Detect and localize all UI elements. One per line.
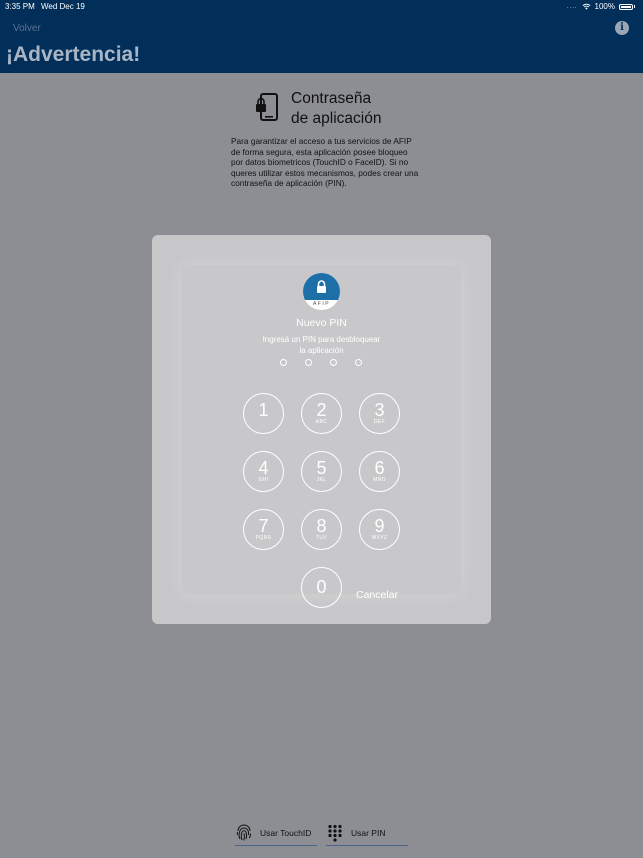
battery-nub xyxy=(634,5,635,8)
back-button[interactable]: Volver xyxy=(13,23,41,34)
status-bar: 3:35 PM Wed Dec 19 .... 100% xyxy=(0,0,643,14)
description-text: Para garantizar el acceso a tus servicio… xyxy=(231,136,419,188)
pin-label: Usar PIN xyxy=(351,827,386,838)
keypad-key-4[interactable]: 4 GHI xyxy=(243,451,284,492)
key-number: 8 xyxy=(316,516,327,536)
cancel-button[interactable]: Cancelar xyxy=(356,589,398,601)
key-number: 0 xyxy=(316,577,327,597)
keypad-key-2[interactable]: 2 ABC xyxy=(301,393,342,434)
battery-percent: 100% xyxy=(594,2,615,11)
key-number: 3 xyxy=(374,400,385,420)
pin-dot xyxy=(280,359,287,366)
pin-dot xyxy=(330,359,337,366)
keypad-key-5[interactable]: 5 JKL xyxy=(301,451,342,492)
lock-icon xyxy=(317,280,326,293)
header-title-line2: de aplicación xyxy=(291,110,382,127)
key-letters: MNO xyxy=(373,477,386,483)
status-time: 3:35 PM xyxy=(5,2,35,11)
pin-subtitle-line2: la aplicación xyxy=(299,346,344,355)
pin-dots xyxy=(280,359,362,366)
pin-dot xyxy=(355,359,362,366)
pin-subtitle-line1: Ingresá un PIN para desbloquear xyxy=(262,335,381,344)
pin-button[interactable]: Usar PIN xyxy=(326,820,408,846)
key-number: 5 xyxy=(316,458,327,478)
keypad-key-1[interactable]: 1 xyxy=(243,393,284,434)
status-date: Wed Dec 19 xyxy=(41,2,85,11)
page-title: ¡Advertencia! xyxy=(6,43,141,66)
key-number: 9 xyxy=(374,516,385,536)
key-letters: ABC xyxy=(315,419,328,425)
key-number: 4 xyxy=(258,458,269,478)
top-navigation-bar: 3:35 PM Wed Dec 19 .... 100% Volver ¡Adv… xyxy=(0,0,643,73)
header-title: Contraseña de aplicación xyxy=(291,89,381,129)
afip-logo-text: AFIP xyxy=(312,301,331,307)
keypad-key-7[interactable]: 7 PQRS xyxy=(243,509,284,550)
key-number: 7 xyxy=(258,516,269,536)
key-number: 6 xyxy=(374,458,385,478)
keypad-key-9[interactable]: 9 WXYZ xyxy=(359,509,400,550)
pin-subtitle: Ingresá un PIN para desbloquear la aplic… xyxy=(252,334,391,356)
key-letters: TUV xyxy=(315,535,328,541)
key-letters: PQRS xyxy=(255,535,272,541)
keypad-key-8[interactable]: 8 TUV xyxy=(301,509,342,550)
battery-icon xyxy=(619,3,633,10)
key-letters: JKL xyxy=(316,477,327,483)
touchid-label: Usar TouchID xyxy=(260,827,312,838)
keypad-icon xyxy=(328,824,342,842)
phone-lock-icon xyxy=(256,93,278,121)
key-number: 2 xyxy=(316,400,327,420)
pin-title: Nuevo PIN xyxy=(296,317,347,329)
keypad-key-3[interactable]: 3 DEF xyxy=(359,393,400,434)
key-letters: DEF xyxy=(373,419,386,425)
fingerprint-icon xyxy=(236,824,252,841)
status-right: .... 100% xyxy=(567,2,635,11)
signal-icon: .... xyxy=(566,3,578,10)
pin-dialog: AFIP Nuevo PIN Ingresá un PIN para desbl… xyxy=(152,235,491,624)
pin-dot xyxy=(305,359,312,366)
header-title-line1: Contraseña xyxy=(291,90,372,107)
key-letters: GHI xyxy=(258,477,269,483)
keypad-key-6[interactable]: 6 MNO xyxy=(359,451,400,492)
key-letters: WXYZ xyxy=(371,535,388,541)
key-number: 1 xyxy=(258,400,269,420)
wifi-icon xyxy=(582,3,591,10)
afip-logo: AFIP xyxy=(303,273,340,310)
keypad-key-0[interactable]: 0 xyxy=(301,567,342,608)
info-icon[interactable]: i xyxy=(615,21,629,35)
touchid-button[interactable]: Usar TouchID xyxy=(235,820,317,846)
